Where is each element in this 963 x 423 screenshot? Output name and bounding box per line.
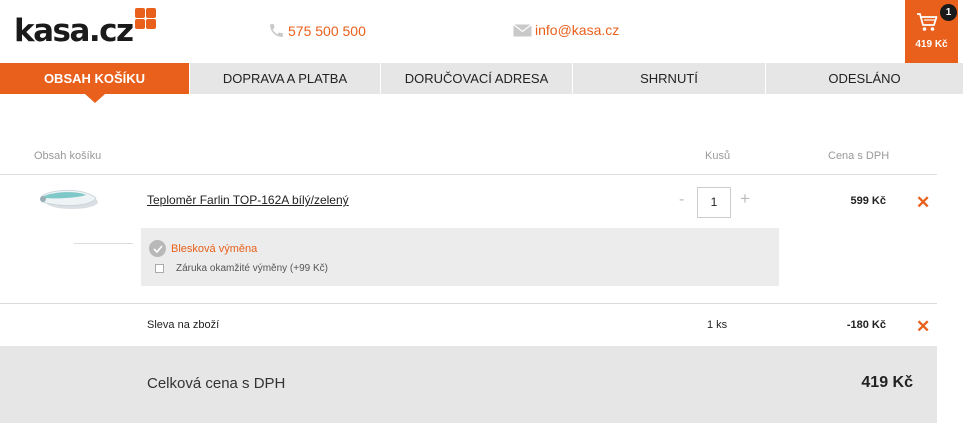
instant-exchange-option[interactable]: Záruka okamžité výměny (+99 Kč) [155,263,328,274]
cart-icon [917,13,938,31]
logo-text: kasa.cz [14,13,134,49]
step-summary[interactable]: SHRNUTÍ [573,63,766,94]
column-header-quantity: Kusů [705,150,731,162]
contact-email[interactable]: info@kasa.cz [513,22,619,38]
step-delivery-address[interactable]: DORUČOVACÍ ADRESA [381,63,573,94]
quantity-input[interactable]: 1 [697,187,731,218]
cart-total: 419 Kč [915,39,948,50]
check-badge-icon [149,240,166,257]
checkout-steps: OBSAH KOŠÍKU DOPRAVA A PLATBA DORUČOVACÍ… [0,63,963,103]
header: kasa.cz 575 500 500 info@kasa.cz 1 419 K… [0,0,963,63]
discount-label: Sleva na zboží [147,319,220,331]
email-address: info@kasa.cz [535,22,620,38]
discount-price: -180 Kč [846,319,886,331]
total-label: Celková cena s DPH [147,375,286,392]
product-price: 599 Kč [850,195,886,207]
logo[interactable]: kasa.cz [14,8,157,49]
divider [0,174,937,175]
instant-exchange-checkbox[interactable] [155,264,164,273]
remove-product-button[interactable]: ✕ [916,194,930,211]
thermometer-image [40,189,98,209]
instant-exchange-label: Záruka okamžité výměny (+99 Kč) [176,263,328,274]
contact-phone[interactable]: 575 500 500 [268,22,366,39]
cart-count-badge: 1 [940,4,957,21]
column-header-content: Obsah košíku [34,150,102,162]
divider [0,303,937,304]
cart-button[interactable]: 1 419 Kč [905,0,958,63]
quantity-decrease-button[interactable]: - [679,191,684,209]
total-value: 419 Kč [861,374,913,391]
product-name-link[interactable]: Teploměr Farlin TOP-162A bílý/zelený [147,193,349,207]
column-header-price: Cena s DPH [828,150,890,162]
phone-number: 575 500 500 [288,22,366,39]
service-box: Blesková výměna Záruka okamžité výměny (… [141,228,779,286]
step-shipping-payment[interactable]: DOPRAVA A PLATBA [190,63,381,94]
step-sent[interactable]: ODESLÁNO [766,63,963,94]
product-image[interactable] [34,186,100,214]
discount-quantity: 1 ks [707,319,728,331]
envelope-icon [513,23,532,36]
total-bar: Celková cena s DPH 419 Kč [0,346,937,423]
step-cart-contents[interactable]: OBSAH KOŠÍKU [0,63,190,103]
quantity-increase-button[interactable]: + [740,189,750,209]
service-title-text: Blesková výměna [171,242,258,255]
phone-icon [270,24,283,37]
divider [74,243,133,244]
logo-mark-icon [134,8,157,30]
service-title: Blesková výměna [149,240,257,257]
remove-discount-button[interactable]: ✕ [916,318,930,335]
